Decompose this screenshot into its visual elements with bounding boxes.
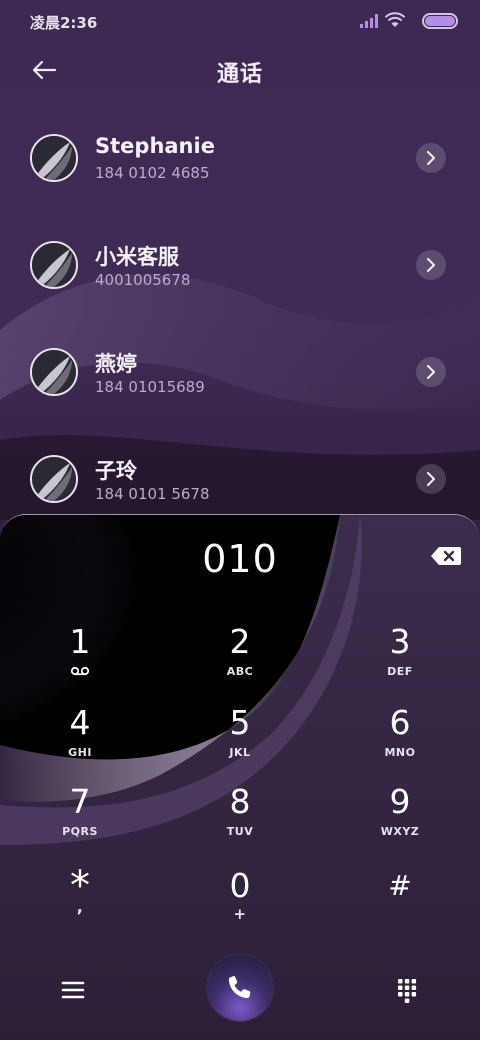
key-hash[interactable]: # — [350, 867, 450, 937]
key-2[interactable]: 2 ABC — [190, 623, 290, 693]
dialpad-icon[interactable] — [392, 975, 422, 1005]
contact-name: 子玲 — [95, 459, 137, 483]
avatar-image — [32, 457, 76, 501]
status-icons — [348, 11, 458, 31]
avatar — [30, 241, 78, 289]
backspace-icon[interactable] — [430, 545, 462, 567]
menu-icon[interactable] — [58, 975, 88, 1005]
key-digit: 3 — [389, 622, 411, 661]
status-bar: 凌晨2:36 — [0, 0, 480, 42]
voicemail-icon — [70, 666, 90, 676]
chevron-right-icon — [427, 151, 435, 165]
wifi-icon — [384, 12, 406, 27]
key-star[interactable]: * , — [30, 866, 130, 937]
avatar — [30, 134, 78, 182]
key-0[interactable]: 0 + — [190, 867, 290, 937]
key-digit: 7 — [69, 782, 91, 821]
contact-name: 小米客服 — [95, 245, 179, 269]
avatar-image — [32, 136, 76, 180]
contact-number: 184 0102 4685 — [95, 164, 210, 182]
contact-details-button[interactable] — [416, 357, 446, 387]
key-digit: 2 — [229, 622, 251, 661]
dialer-bottom-bar — [0, 955, 480, 1025]
key-letters: , — [76, 897, 84, 916]
avatar — [30, 455, 78, 503]
key-digit: 8 — [229, 782, 251, 821]
contact-list: Stephanie 184 0102 4685 小米客服 4001005678 — [0, 112, 480, 540]
battery-fill — [425, 16, 455, 26]
header: 通话 — [0, 48, 480, 92]
key-letters: TUV — [226, 825, 254, 838]
key-digit: # — [388, 869, 412, 902]
key-letters: + — [233, 905, 247, 923]
chevron-right-icon — [427, 365, 435, 379]
key-letters: DEF — [387, 665, 413, 678]
key-9[interactable]: 9 WXYZ — [350, 783, 450, 853]
contact-details-button[interactable] — [416, 250, 446, 280]
key-letters: WXYZ — [380, 825, 420, 838]
contact-item[interactable]: Stephanie 184 0102 4685 — [0, 112, 480, 219]
contact-item[interactable]: 小米客服 4001005678 — [0, 219, 480, 326]
key-8[interactable]: 8 TUV — [190, 783, 290, 853]
key-letters: ABC — [226, 665, 254, 678]
dial-number-display: 010 — [202, 537, 278, 581]
contact-number: 184 01015689 — [95, 378, 205, 396]
key-digit: 0 — [229, 866, 251, 905]
key-letters: MNO — [384, 746, 416, 759]
key-digit: 4 — [69, 703, 91, 742]
contact-name: 燕婷 — [95, 352, 137, 376]
contact-number: 184 0101 5678 — [95, 485, 210, 503]
key-digit: 9 — [389, 782, 411, 821]
key-digit: 5 — [229, 703, 251, 742]
key-3[interactable]: 3 DEF — [350, 623, 450, 693]
avatar-image — [32, 243, 76, 287]
contact-item[interactable]: 燕婷 184 01015689 — [0, 326, 480, 433]
key-7[interactable]: 7 PQRS — [30, 783, 130, 853]
contact-details-button[interactable] — [416, 143, 446, 173]
signal-icon — [360, 14, 378, 28]
status-time: 凌晨2:36 — [30, 14, 98, 32]
contact-name: Stephanie — [95, 134, 215, 158]
key-1[interactable]: 1 — [30, 623, 130, 693]
avatar — [30, 348, 78, 396]
battery-icon — [422, 13, 458, 29]
page-title: 通话 — [216, 62, 263, 87]
call-button[interactable] — [207, 955, 273, 1021]
chevron-right-icon — [427, 472, 435, 486]
key-5[interactable]: 5 JKL — [190, 704, 290, 774]
contact-number: 4001005678 — [95, 271, 191, 289]
key-letters: GHI — [68, 746, 92, 759]
key-digit: 1 — [69, 622, 91, 661]
key-letters: PQRS — [62, 825, 98, 838]
key-4[interactable]: 4 GHI — [30, 704, 130, 774]
chevron-right-icon — [427, 258, 435, 272]
avatar-image — [32, 350, 76, 394]
phone-icon — [228, 976, 251, 998]
key-digit: 6 — [389, 703, 411, 742]
key-letters: JKL — [229, 746, 251, 759]
contact-details-button[interactable] — [416, 464, 446, 494]
key-6[interactable]: 6 MNO — [350, 704, 450, 774]
dialer-panel: 010 1 2 ABC 3 DEF 4 GHI 5 JKL 6 MNO 7 PQ… — [0, 514, 480, 1040]
